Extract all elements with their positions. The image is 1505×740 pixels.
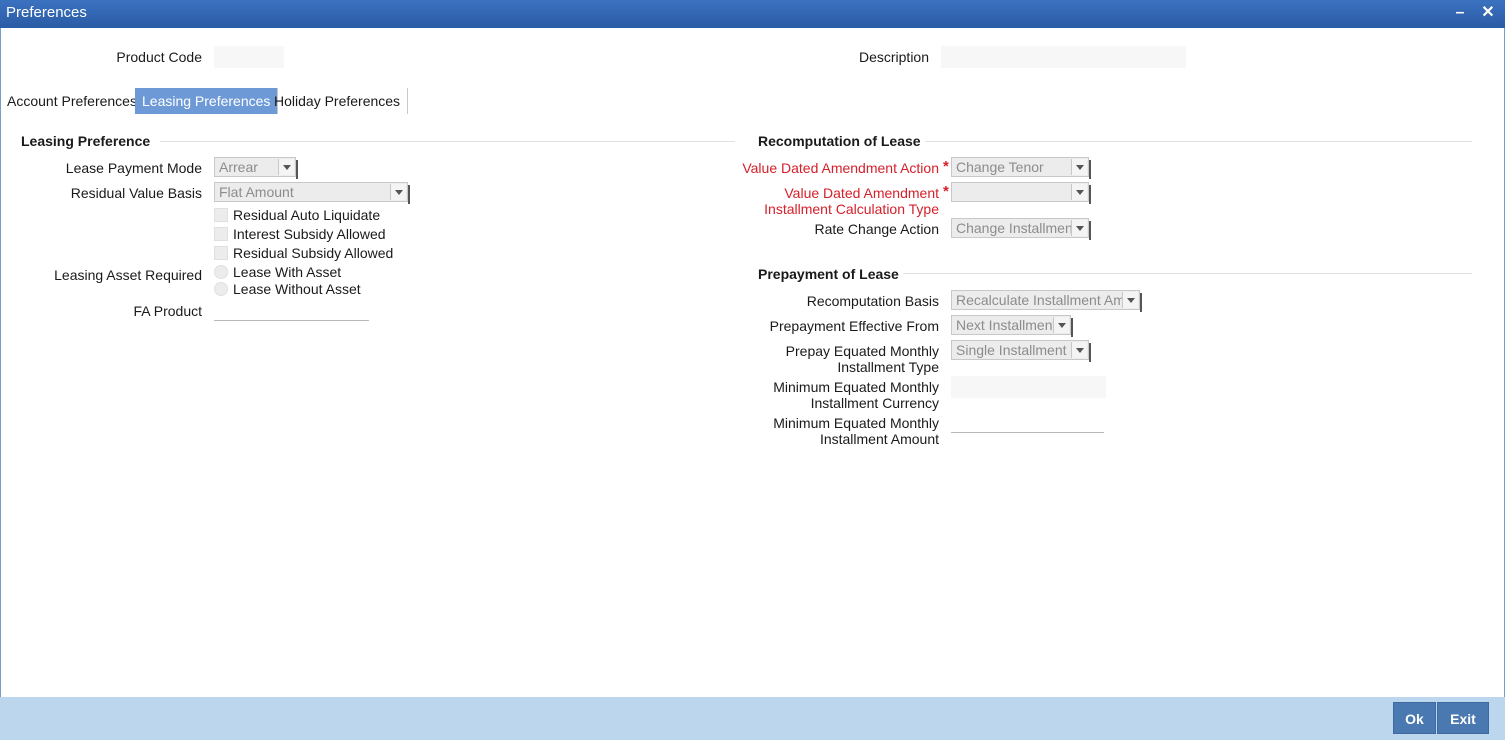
required-marker: *: [943, 183, 949, 200]
lease-with-asset-radio[interactable]: [214, 265, 228, 279]
footer-bar: [0, 697, 1505, 740]
residual-auto-liquidate-label: Residual Auto Liquidate: [233, 207, 381, 223]
lease-payment-mode-select[interactable]: Arrear: [214, 157, 298, 179]
residual-value-basis-value: Flat Amount: [219, 184, 294, 200]
rate-change-action-select[interactable]: Change Installment: [951, 218, 1091, 240]
select-edge: [1089, 185, 1091, 204]
select-edge: [296, 160, 298, 179]
emi-type-select[interactable]: Single Installment: [951, 340, 1091, 362]
rate-change-action-label: Rate Change Action: [814, 221, 939, 237]
select-edge: [1089, 343, 1091, 362]
tab-holiday-preferences[interactable]: Holiday Preferences: [267, 88, 409, 114]
value-dated-action-select[interactable]: Change Tenor: [951, 157, 1091, 179]
recomputation-basis-value: Recalculate Installment Amt: [956, 292, 1129, 308]
minimize-icon[interactable]: –: [1451, 4, 1469, 22]
lease-payment-mode-value: Arrear: [219, 159, 258, 175]
select-edge: [1089, 160, 1091, 179]
exit-button[interactable]: Exit: [1437, 702, 1489, 734]
recomputation-basis-select[interactable]: Recalculate Installment Amt: [951, 290, 1142, 312]
interest-subsidy-allowed-label: Interest Subsidy Allowed: [233, 226, 386, 242]
tab-leasing-preferences[interactable]: Leasing Preferences: [135, 88, 279, 114]
recomputation-basis-label: Recomputation Basis: [806, 293, 939, 309]
emi-type-label-line1: Prepay Equated Monthly: [785, 343, 939, 359]
fa-product-input[interactable]: [214, 301, 369, 321]
lease-without-asset-radio[interactable]: [214, 282, 228, 296]
chevron-down-icon: [390, 184, 406, 200]
rate-change-action-value: Change Installment: [956, 220, 1077, 236]
min-emi-amount-label-line2: Installment Amount: [819, 431, 939, 447]
lease-with-asset-label: Lease With Asset: [233, 264, 342, 280]
window-title: Preferences: [6, 4, 87, 21]
prepayment-title: Prepayment of Lease: [758, 266, 899, 282]
min-emi-currency-label-line1: Minimum Equated Monthly: [773, 379, 939, 395]
residual-value-basis-label: Residual Value Basis: [70, 185, 202, 201]
residual-value-basis-select[interactable]: Flat Amount: [214, 182, 410, 204]
value-dated-calc-label-line2: Installment Calculation Type: [764, 201, 939, 217]
description-input[interactable]: [941, 46, 1186, 68]
min-emi-currency-input[interactable]: [951, 376, 1106, 398]
chevron-down-icon: [1071, 159, 1087, 175]
section-divider: [160, 141, 735, 142]
window-titlebar: Preferences – ✕: [0, 0, 1505, 28]
product-code-label: Product Code: [116, 49, 202, 65]
interest-subsidy-allowed-checkbox[interactable]: [214, 227, 228, 241]
tab-account-preferences[interactable]: Account Preferences: [0, 88, 145, 114]
min-emi-amount-label-line1: Minimum Equated Monthly: [773, 415, 939, 431]
lease-payment-mode-label: Lease Payment Mode: [65, 160, 202, 176]
select-edge: [1140, 293, 1142, 312]
min-emi-currency-label-line2: Installment Currency: [810, 395, 939, 411]
min-emi-amount-input[interactable]: [951, 413, 1104, 433]
required-marker: *: [943, 158, 949, 175]
value-dated-calc-label-line1: Value Dated Amendment: [784, 185, 939, 201]
leasing-asset-required-label: Leasing Asset Required: [54, 267, 202, 283]
lease-without-asset-label: Lease Without Asset: [233, 281, 361, 297]
recomputation-title: Recomputation of Lease: [758, 133, 921, 149]
chevron-down-icon: [1071, 184, 1087, 200]
value-dated-action-label: Value Dated Amendment Action: [742, 160, 939, 176]
value-dated-action-value: Change Tenor: [956, 159, 1044, 175]
emi-type-label-line2: Installment Type: [837, 359, 939, 375]
section-divider: [925, 141, 1472, 142]
close-icon[interactable]: ✕: [1479, 4, 1497, 22]
ok-button[interactable]: Ok: [1393, 702, 1436, 734]
chevron-down-icon: [1071, 220, 1087, 236]
chevron-down-icon: [1122, 292, 1138, 308]
chevron-down-icon: [1053, 317, 1069, 333]
prepayment-effective-from-select[interactable]: Next Installment: [951, 315, 1073, 337]
residual-auto-liquidate-checkbox[interactable]: [214, 208, 228, 222]
select-edge: [1071, 318, 1073, 337]
chevron-down-icon: [1071, 342, 1087, 358]
fa-product-label: FA Product: [133, 303, 202, 319]
product-code-input[interactable]: [214, 46, 284, 68]
leasing-preference-title: Leasing Preference: [21, 133, 151, 149]
select-edge: [408, 185, 410, 204]
chevron-down-icon: [278, 159, 294, 175]
select-edge: [1089, 221, 1091, 240]
prepayment-effective-from-value: Next Installment: [956, 317, 1057, 333]
value-dated-calc-select[interactable]: [951, 182, 1091, 204]
description-label: Description: [858, 49, 929, 65]
residual-subsidy-allowed-label: Residual Subsidy Allowed: [233, 245, 394, 261]
prepayment-effective-from-label: Prepayment Effective From: [769, 318, 939, 334]
section-divider: [903, 273, 1472, 274]
emi-type-value: Single Installment: [956, 342, 1067, 358]
residual-subsidy-allowed-checkbox[interactable]: [214, 246, 228, 260]
